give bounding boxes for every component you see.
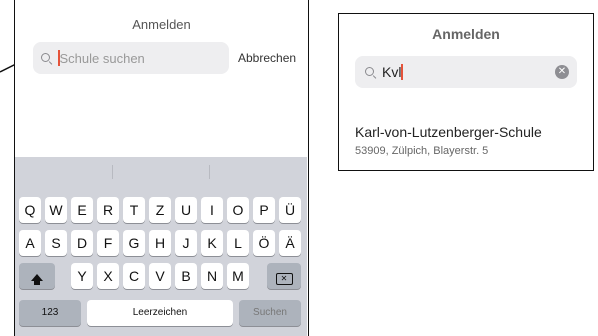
key-q[interactable]: Q [19,197,41,223]
onscreen-keyboard: Q W E R T Z U I O P Ü A S D F G H J K L … [15,157,307,336]
key-g[interactable]: G [123,230,145,256]
key-n[interactable]: N [201,263,223,289]
key-e[interactable]: E [71,197,93,223]
key-oe[interactable]: Ö [253,230,275,256]
key-o[interactable]: O [227,197,249,223]
key-w[interactable]: W [45,197,67,223]
numbers-key[interactable]: 123 [19,300,81,326]
key-m[interactable]: M [227,263,249,289]
key-l[interactable]: L [227,230,249,256]
key-h[interactable]: H [149,230,171,256]
key-r[interactable]: R [97,197,119,223]
key-v[interactable]: V [149,263,171,289]
backspace-icon: ✕ [275,273,293,285]
key-a[interactable]: A [19,230,41,256]
key-u[interactable]: U [175,197,197,223]
result-school-name[interactable]: Karl-von-Lutzenberger-Schule [355,124,542,140]
school-search-input[interactable]: Schule suchen [33,42,229,74]
magnifier-icon [41,53,51,63]
key-t[interactable]: T [123,197,145,223]
suggestion-divider [112,165,113,179]
key-j[interactable]: J [175,230,197,256]
key-k[interactable]: K [201,230,223,256]
suggestion-bar [15,157,307,187]
search-value: Kvl [382,64,402,80]
magnifier-icon [365,67,375,77]
cancel-button[interactable]: Abbrechen [238,51,296,65]
key-ae[interactable]: Ä [279,230,301,256]
text-cursor [401,64,403,80]
school-search-input[interactable]: Kvl ✕ [355,56,577,88]
search-screen-right: Anmelden Kvl ✕ Karl-von-Lutzenberger-Sch… [338,13,594,171]
key-x[interactable]: X [97,263,119,289]
suggestion-divider [209,165,210,179]
key-f[interactable]: F [97,230,119,256]
key-p[interactable]: P [253,197,275,223]
shift-key[interactable] [19,263,55,289]
key-y[interactable]: Y [71,263,93,289]
key-z[interactable]: Z [149,197,171,223]
search-placeholder: Schule suchen [59,50,145,66]
search-screen-left: Anmelden Schule suchen Abbrechen Q W E R… [14,0,309,336]
key-c[interactable]: C [123,263,145,289]
key-i[interactable]: I [201,197,223,223]
key-b[interactable]: B [175,263,197,289]
screen-title: Anmelden [432,26,500,42]
result-school-address: 53909, Zülpich, Blayerstr. 5 [355,145,489,157]
key-s[interactable]: S [45,230,67,256]
key-d[interactable]: D [71,230,93,256]
clear-search-icon[interactable]: ✕ [555,65,569,79]
screen-title: Anmelden [132,17,191,32]
key-ue[interactable]: Ü [279,197,301,223]
backspace-key[interactable]: ✕ [267,263,301,289]
space-key[interactable]: Leerzeichen [87,300,233,326]
search-return-key[interactable]: Suchen [239,300,301,326]
shift-arrow-icon [31,274,43,285]
